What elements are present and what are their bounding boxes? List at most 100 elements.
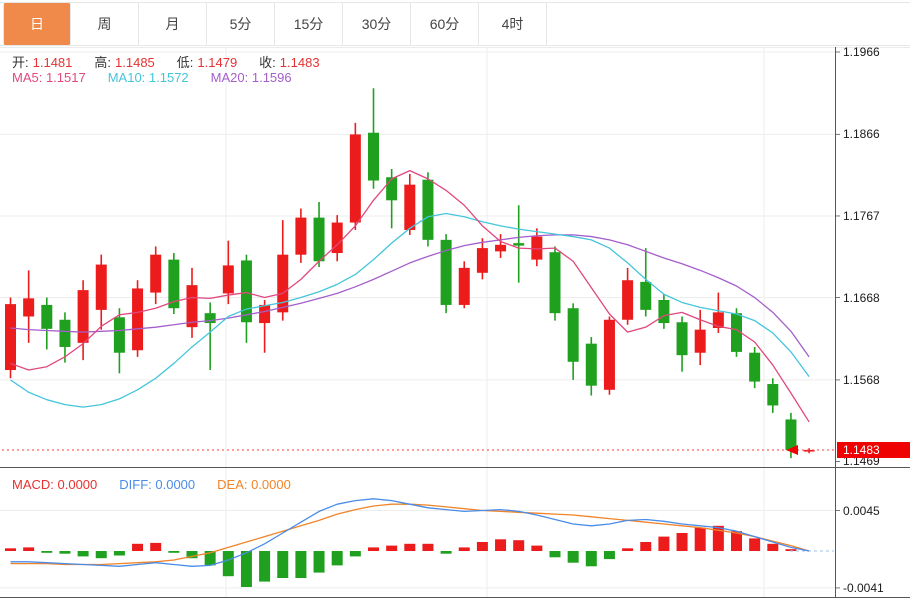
candle-body [150,255,161,293]
tab-30分[interactable]: 30分 [343,3,411,45]
candle-body [241,260,252,322]
macd-bar [59,551,70,554]
candlestick-chart-canvas[interactable] [0,0,910,605]
candle-body [495,245,506,252]
candle-body [5,304,16,370]
ma10-line [11,213,810,407]
candle-body [59,320,70,347]
price-tick-label: 1.1767 [843,208,880,224]
macd-bar [677,533,688,551]
ohlc-value: 1.1479 [197,55,237,70]
timeframe-tabs: 日周月5分15分30分60分4时 [3,3,547,45]
macd-bar [640,542,651,551]
macd-bar [422,544,433,551]
ma-legend-item: MA5: 1.1517 [12,70,86,85]
macd-bar [513,540,524,551]
candle-body [223,265,234,293]
macd-bar [568,551,579,563]
ohlc-value: 1.1483 [280,55,320,70]
macd-tick-label: 0.0045 [843,503,880,519]
macd-bar [495,539,506,551]
macd-bar [96,551,107,558]
candle-body [677,322,688,355]
price-tick-label: 1.1866 [843,126,880,142]
candle-body [713,312,724,328]
macd-bar [386,546,397,551]
candle-body [568,308,579,362]
tab-5分[interactable]: 5分 [207,3,275,45]
tab-15分[interactable]: 15分 [275,3,343,45]
candle-body [404,185,415,230]
candle-body [749,353,760,382]
macd-bar [23,547,34,551]
diff-line [11,499,810,567]
macd-bar [259,551,270,582]
candle-body [586,344,597,386]
price-tick-label: 1.1568 [843,372,880,388]
macd-bar [150,543,161,551]
ma-legend: MA5: 1.1517 MA10: 1.1572 MA20: 1.1596 [12,70,314,85]
macd-bar [168,551,179,553]
macd-bar [749,538,760,551]
candle-body [96,265,107,310]
timeframe-toolbar: 日周月5分15分30分60分4时 [0,2,910,46]
candle-body [767,384,778,405]
price-tick-label: 1.1668 [843,290,880,306]
ohlc-label: 收: [259,55,276,70]
macd-bar [295,551,306,578]
candle-body [695,330,706,353]
macd-bar [332,551,343,565]
ma-legend-item: MA20: 1.1596 [211,70,292,85]
macd-bar [441,551,452,554]
candle-body [459,268,470,305]
candle-body [132,288,143,350]
candle-body [187,285,198,327]
ma-legend-item: MA10: 1.1572 [108,70,189,85]
macd-bar [114,551,125,556]
macd-legend-item: DIFF: 0.0000 [119,477,195,492]
price-tick-label: 1.1966 [843,44,880,60]
candle-body [658,300,669,323]
ohlc-legend: 开:1.1481高:1.1485低:1.1479收:1.1483 [12,52,342,71]
current-price-badge: 1.1483 [837,442,910,458]
tab-周[interactable]: 周 [71,3,139,45]
candle-body [550,252,561,313]
macd-bar [404,544,415,551]
macd-bar [368,547,379,551]
candle-body [114,317,125,352]
macd-legend-item: DEA: 0.0000 [217,477,291,492]
candle-body [422,180,433,240]
trading-chart-app: 日周月5分15分30分60分4时 开:1.1481高:1.1485低:1.147… [0,0,910,605]
candle-body [295,218,306,255]
candle-body [477,248,488,273]
candle-body [259,305,270,323]
candle-body [314,218,325,262]
ohlc-value: 1.1481 [33,55,73,70]
macd-bar [658,537,669,551]
tab-日[interactable]: 日 [3,3,71,45]
macd-bar [241,551,252,587]
candle-body [785,419,796,449]
macd-bar [531,546,542,551]
candle-body [350,134,361,222]
tab-月[interactable]: 月 [139,3,207,45]
ma20-line [11,235,810,357]
macd-bar [550,551,561,557]
ohlc-label: 高: [94,55,111,70]
macd-legend: MACD: 0.0000 DIFF: 0.0000 DEA: 0.0000 [12,477,313,492]
macd-legend-item: MACD: 0.0000 [12,477,97,492]
candle-body [386,177,397,200]
tab-60分[interactable]: 60分 [411,3,479,45]
macd-bar [695,528,706,551]
macd-bar [350,551,361,556]
macd-bar [223,551,234,576]
macd-bar [5,548,16,551]
macd-bar [477,542,488,551]
ohlc-label: 低: [177,55,194,70]
tab-4时[interactable]: 4时 [479,3,547,45]
candle-body [368,133,379,181]
macd-tick-label: -0.0041 [843,580,884,596]
macd-bar [78,551,89,556]
candle-body [78,290,89,343]
ohlc-value: 1.1485 [115,55,155,70]
